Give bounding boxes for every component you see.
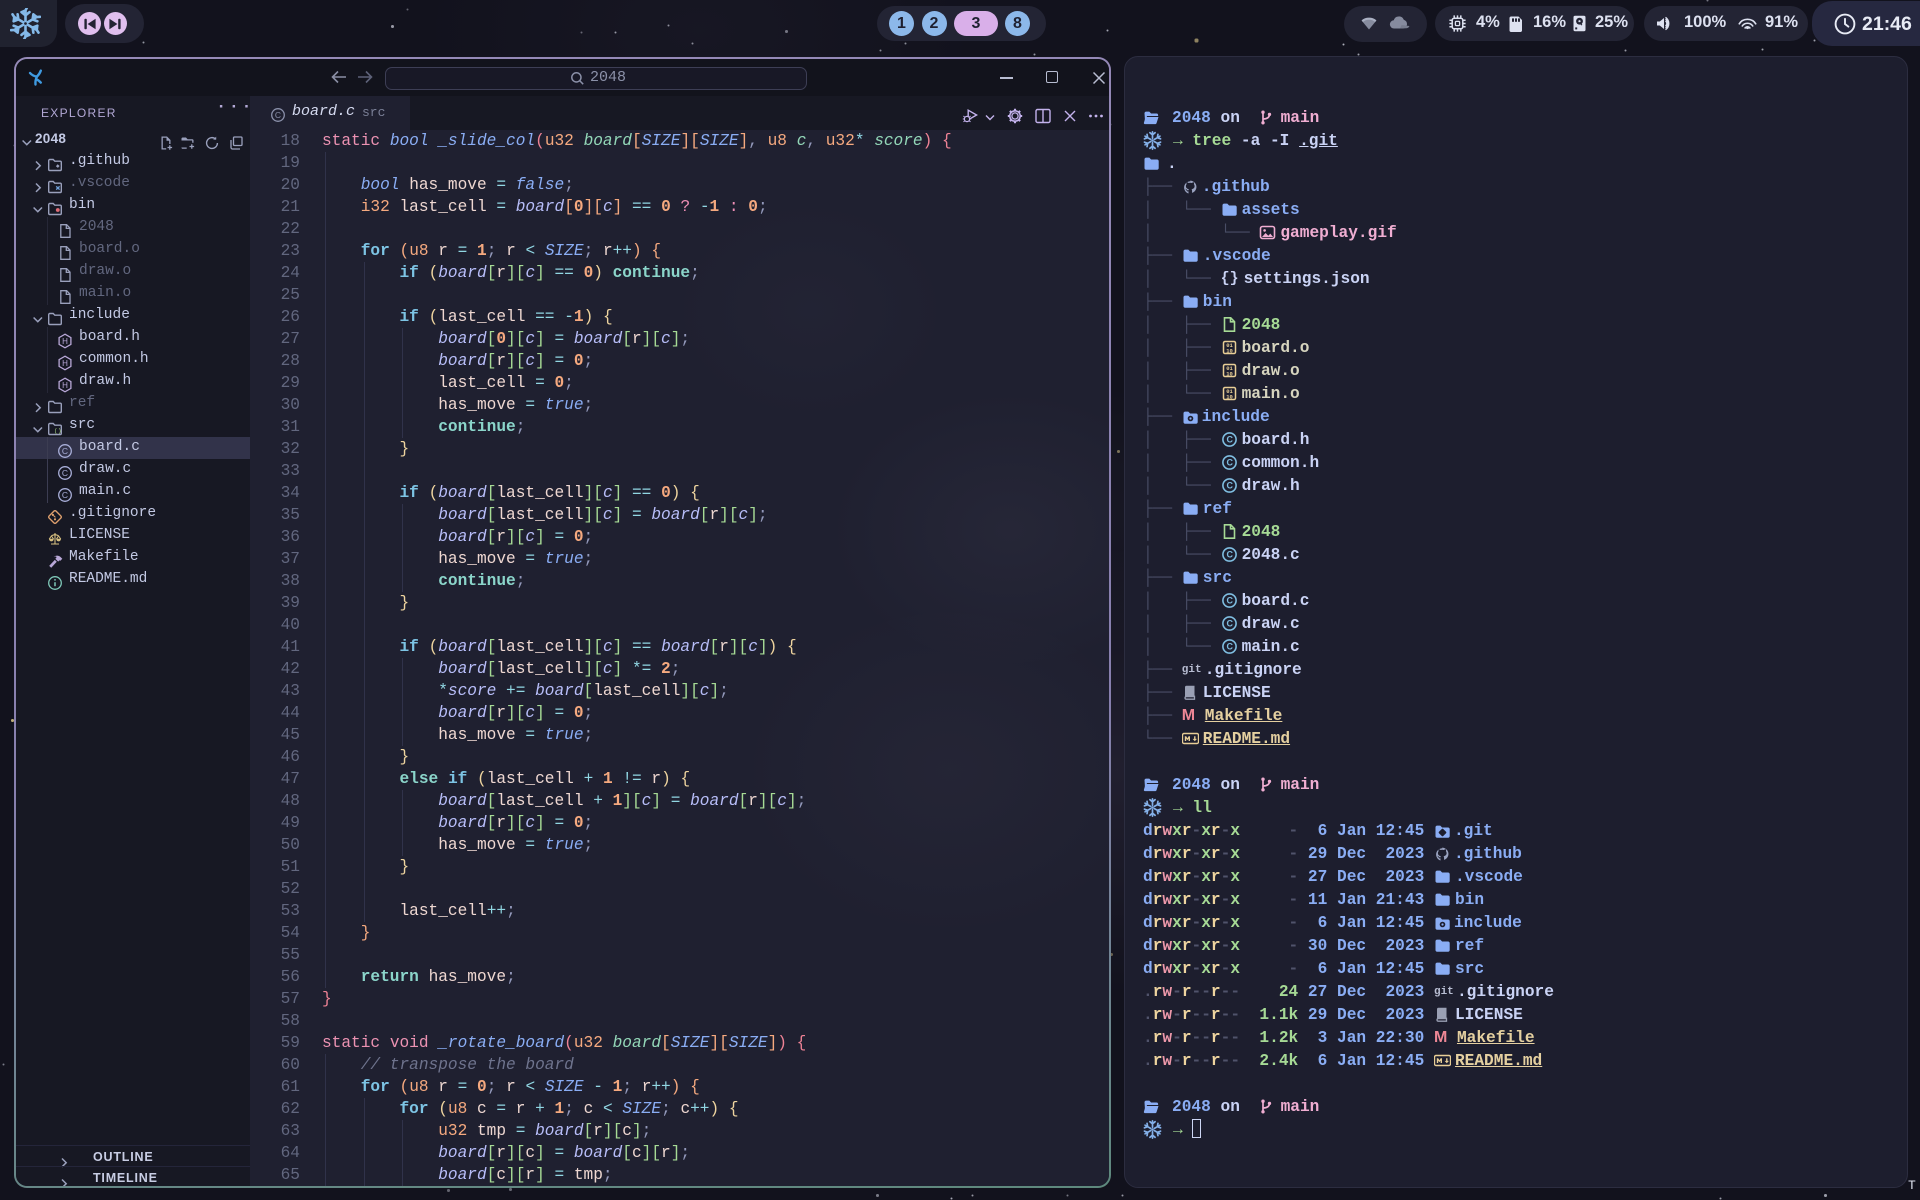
svg-text:C: C: [62, 468, 68, 478]
svg-text:C: C: [1226, 481, 1233, 491]
svg-text:C: C: [1226, 596, 1233, 606]
svg-text:C: C: [1226, 458, 1233, 468]
svg-text:(): (): [54, 427, 62, 434]
svg-text:10: 10: [1226, 371, 1233, 378]
svg-text:C: C: [62, 490, 68, 500]
svg-text:H: H: [62, 381, 68, 390]
svg-text:C: C: [275, 110, 281, 120]
svg-text:10: 10: [1226, 348, 1233, 355]
svg-text:C: C: [62, 446, 68, 456]
svg-text:C: C: [1226, 550, 1233, 560]
svg-text:C: C: [1226, 642, 1233, 652]
svg-text:C: C: [1226, 435, 1233, 445]
svg-text:H: H: [62, 337, 68, 346]
svg-text:10: 10: [1226, 394, 1233, 401]
svg-text:C: C: [1226, 619, 1233, 629]
svg-text:H: H: [62, 359, 68, 368]
